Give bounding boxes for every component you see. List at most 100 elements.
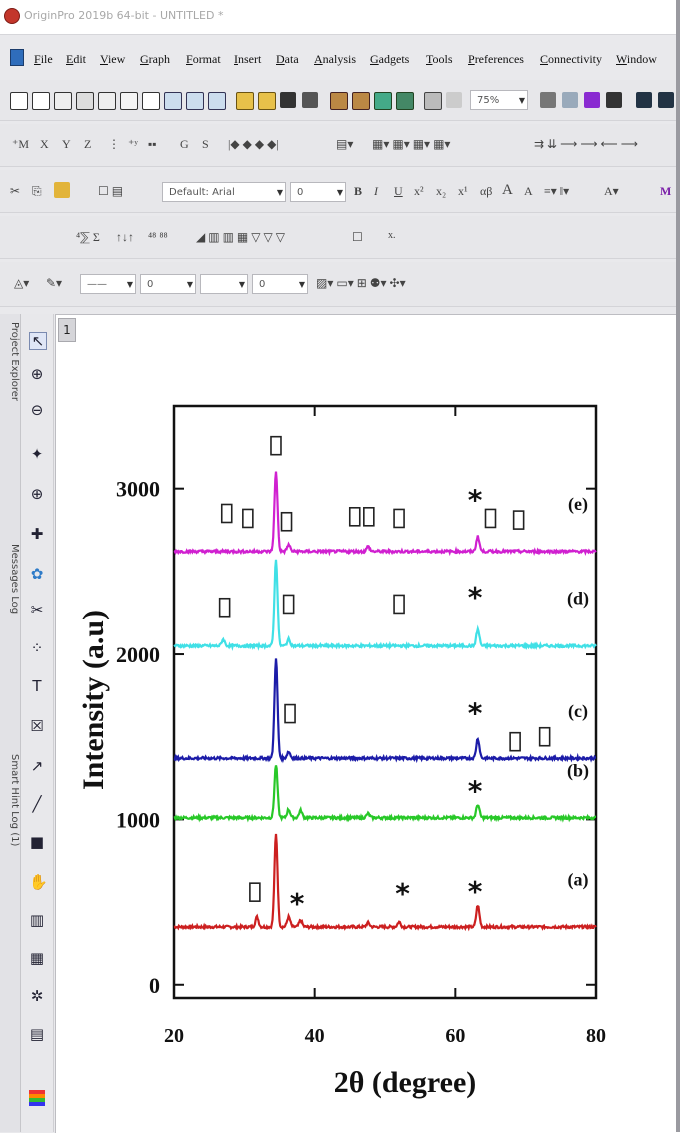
menu-edit[interactable]: Edit — [66, 52, 86, 67]
print-icon[interactable] — [540, 92, 556, 108]
new-excel-icon[interactable] — [54, 92, 72, 110]
zoom-in-icon[interactable]: ⊕ — [29, 366, 45, 382]
font-size-combo[interactable]: 0 ▼ — [290, 182, 346, 202]
align-icon[interactable]: ≡▾ ‖▾ — [544, 184, 569, 199]
pointer-icon[interactable]: ↖ — [29, 332, 47, 350]
region-select-icon[interactable]: ✿ — [29, 566, 45, 582]
insert-equation-icon[interactable]: ✲ — [29, 988, 45, 1004]
new-project-icon[interactable] — [10, 92, 28, 110]
menu-tools[interactable]: Tools — [426, 52, 453, 67]
set-subject-button[interactable]: S — [202, 137, 209, 152]
font-color-icon[interactable]: A▾ — [604, 184, 619, 199]
line-width-combo[interactable]: 0 ▼ — [140, 274, 196, 294]
menu-window[interactable]: Window — [616, 52, 657, 67]
zoom-combo[interactable]: 75% ▼ — [470, 90, 528, 110]
menu-graph[interactable]: Graph — [140, 52, 170, 67]
screen-reader-icon[interactable]: ⊕ — [29, 486, 45, 502]
menu-analysis[interactable]: Analysis — [314, 52, 356, 67]
pattern-icons[interactable]: ▨▾ ▭▾ ⊞ ⚉▾ ✣▾ — [316, 276, 406, 291]
underline-button[interactable]: U — [394, 184, 403, 199]
arrow-tool-icon[interactable]: ↗ — [29, 758, 45, 774]
line-color-icon[interactable]: ✎▾ — [46, 276, 62, 291]
new-sheet-icon[interactable]: ☐ — [352, 230, 363, 245]
tab-messages-log[interactable]: Messages Log — [0, 544, 20, 614]
menu-insert[interactable]: Insert — [234, 52, 261, 67]
hand-tool-icon[interactable]: ✋ — [29, 874, 48, 890]
set-x-button[interactable]: X — [40, 137, 49, 152]
new-matrix-icon[interactable] — [98, 92, 116, 110]
cut-icon[interactable]: ✂ — [10, 184, 20, 199]
italic-button[interactable]: I — [374, 184, 378, 199]
increase-font-button[interactable]: A — [502, 182, 513, 199]
menu-preferences[interactable]: Preferences — [468, 52, 524, 67]
move-column-icon[interactable]: |◆ ◆ ◆ ◆| — [228, 137, 279, 152]
export-icon[interactable] — [584, 92, 600, 108]
data-reader-icon[interactable]: ✦ — [29, 446, 45, 462]
select-object-icon[interactable]: ☐ ▤ — [98, 184, 123, 199]
copy-page-icon[interactable] — [562, 92, 578, 108]
import-multiple-icon[interactable] — [352, 92, 370, 110]
new-layout-icon[interactable] — [142, 92, 160, 110]
fill-color-icon[interactable]: ◬▾ — [14, 276, 29, 291]
disregard-icon[interactable]: ▪▪ — [148, 137, 157, 152]
import-wizard-icon[interactable] — [396, 92, 414, 110]
batch-plot-icon[interactable] — [446, 92, 462, 108]
set-group-button[interactable]: G — [180, 137, 189, 152]
draw-data-icon[interactable]: ⁘ — [29, 640, 45, 656]
new-function-icon[interactable] — [120, 92, 138, 110]
recalculate-icon[interactable] — [424, 92, 442, 110]
layer-icon[interactable]: ▤▾ — [336, 137, 353, 152]
menu-gadgets[interactable]: Gadgets — [370, 52, 409, 67]
new-script-icon[interactable] — [186, 92, 204, 110]
import-icon[interactable] — [330, 92, 348, 110]
project-window-icon[interactable] — [10, 49, 24, 66]
set-column-icon[interactable]: ⁺M — [12, 137, 29, 152]
label-column-icon[interactable]: ⁺ʸ — [128, 137, 138, 152]
plot-icons[interactable]: ◢ ▥ ▥ ▦ ▽ ▽ ▽ — [196, 230, 285, 245]
line-tool-icon[interactable]: ╱ — [29, 796, 45, 812]
pattern-combo[interactable]: ▼ — [200, 274, 248, 294]
project-explorer-toggle-icon[interactable] — [636, 92, 652, 108]
sort-icon[interactable]: ↑↓↑ — [116, 230, 134, 245]
text-tool-icon[interactable]: T — [29, 678, 45, 694]
new-code-icon[interactable] — [208, 92, 226, 110]
layer-tools-icon[interactable]: ▦▾ ▦▾ ▦▾ ▦▾ — [372, 137, 450, 152]
new-notes-icon[interactable] — [164, 92, 182, 110]
tab-smart-hint-log[interactable]: Smart Hint Log (1) — [0, 754, 20, 846]
more-tools-icon[interactable]: M — [660, 184, 671, 199]
new-workbook-icon[interactable] — [32, 92, 50, 110]
import-excel-icon[interactable] — [374, 92, 392, 110]
line-style-combo[interactable]: —— ▼ — [80, 274, 136, 294]
add-object-icon[interactable]: ☒ — [29, 718, 45, 734]
set-z-button[interactable]: Z — [84, 137, 91, 152]
menu-format[interactable]: Format — [186, 52, 221, 67]
paste-icon[interactable] — [54, 182, 70, 198]
tab-project-explorer[interactable]: Project Explorer — [0, 322, 20, 401]
open-template-icon[interactable] — [258, 92, 276, 110]
decrease-font-button[interactable]: A — [524, 184, 533, 199]
font-combo[interactable]: Default: Arial ▼ — [162, 182, 286, 202]
save-template-icon[interactable] — [302, 92, 318, 108]
copy-icon[interactable]: ⎘ — [32, 184, 42, 199]
save-project-icon[interactable] — [280, 92, 296, 108]
zoom-out-icon[interactable]: ⊖ — [29, 402, 45, 418]
new-graph-icon[interactable] — [76, 92, 94, 110]
symbol-size-combo[interactable]: 0 ▼ — [252, 274, 308, 294]
menu-data[interactable]: Data — [276, 52, 299, 67]
menu-file[interactable]: File — [34, 52, 53, 67]
column-statistics-icon[interactable]: ⁴⅀ Σ — [76, 230, 100, 245]
insert-graph-icon[interactable]: ▥ — [29, 912, 45, 928]
menu-view[interactable]: View — [100, 52, 125, 67]
mask-icon[interactable]: ✂ — [29, 602, 45, 618]
subscript-button[interactable]: x₂ — [436, 184, 446, 199]
frequency-icon[interactable]: ⁴⁸ ⁸⁸ — [148, 230, 168, 245]
menu-connectivity[interactable]: Connectivity — [540, 52, 602, 67]
greek-button[interactable]: αβ — [480, 184, 492, 199]
refresh-icon[interactable] — [606, 92, 622, 108]
layer-indicator[interactable]: 1 — [58, 318, 76, 342]
set-y-button[interactable]: Y — [62, 137, 71, 152]
supsub-button[interactable]: x¹ — [458, 184, 468, 199]
arrange-icon[interactable]: ⇉ ⇊ ⟶ ⟶ ⟵ ⟶ — [534, 137, 638, 152]
error-bar-icon[interactable]: ⋮ — [108, 137, 120, 152]
bold-button[interactable]: B — [354, 184, 362, 199]
